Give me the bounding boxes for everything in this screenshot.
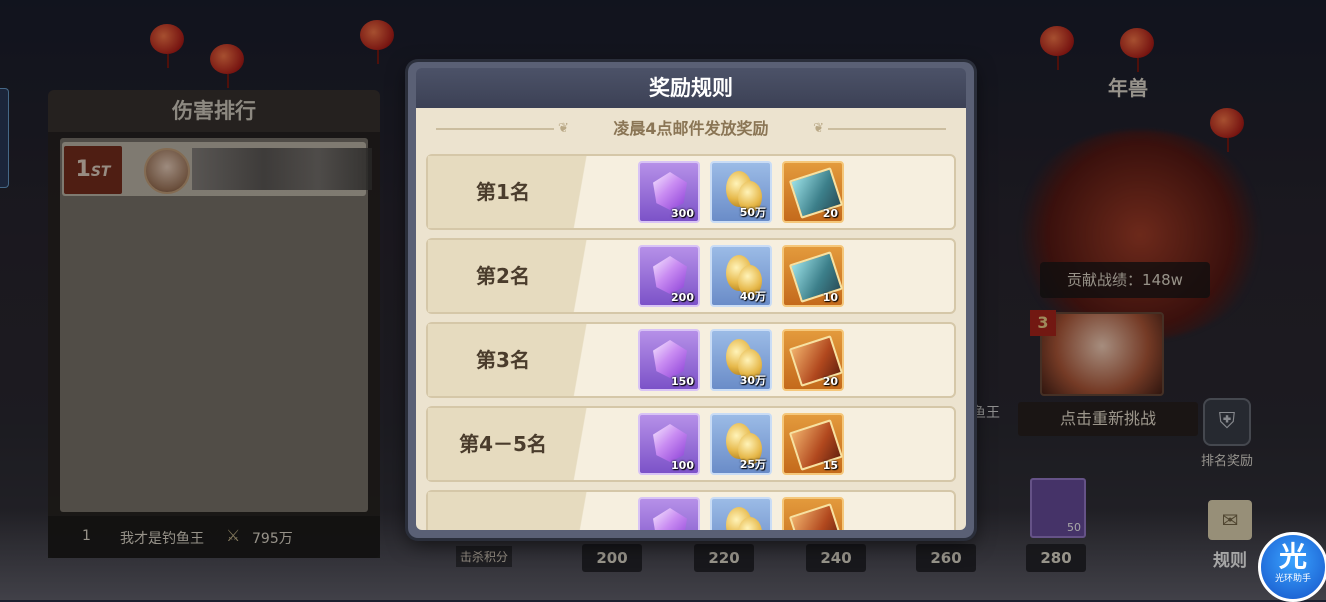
rank-range-label: 第1名	[428, 156, 608, 228]
rank-range-label: 第4－5名	[428, 408, 608, 480]
reward-row: 第1名 300 50万 20	[426, 154, 956, 230]
reward-row: 第4－5名 100 25万 15	[426, 406, 956, 482]
item-quantity: 40万	[739, 290, 766, 303]
rank-range-label: 第3名	[428, 324, 608, 396]
item-quantity: 15	[822, 459, 838, 472]
item-quantity: 20	[822, 207, 838, 220]
item-quantity: 30万	[739, 374, 766, 387]
gold-coin-icon[interactable]: 25万	[710, 413, 772, 475]
summon-card-icon[interactable]: 10	[782, 245, 844, 307]
rank-range-label	[428, 492, 608, 530]
reward-rows-list[interactable]: 第1名 300 50万 20 第2名 200 40万 10 第3名 150 30万 20 第4－5名 10…	[426, 154, 956, 530]
item-quantity: 25万	[739, 458, 766, 471]
gold-coin-icon[interactable]: 40万	[710, 245, 772, 307]
reward-rules-modal: 奖励规则 ❦ 凌晨4点邮件发放奖励 ❦ 第1名 300 50万 20 第2名 200 40万…	[408, 62, 974, 538]
reward-row: 第3名 150 30万 20	[426, 322, 956, 398]
decorative-line	[828, 128, 946, 130]
summon-card-icon[interactable]: 20	[782, 329, 844, 391]
gold-coin-icon[interactable]: 50万	[710, 161, 772, 223]
item-quantity: 100	[671, 459, 694, 472]
diamond-gem-icon[interactable]	[638, 497, 700, 530]
diamond-gem-icon[interactable]: 200	[638, 245, 700, 307]
decorative-knot-icon: ❦	[813, 121, 824, 136]
helper-text: 光环助手	[1274, 574, 1311, 584]
rank-range-label: 第2名	[428, 240, 608, 312]
item-quantity: 50万	[739, 206, 766, 219]
modal-body: ❦ 凌晨4点邮件发放奖励 ❦ 第1名 300 50万 20 第2名 200 40万 10 第3名…	[416, 108, 966, 530]
reward-row	[426, 490, 956, 530]
item-quantity: 300	[671, 207, 694, 220]
diamond-gem-shape	[653, 172, 687, 210]
summon-card-shape	[788, 503, 844, 530]
diamond-gem-shape	[653, 256, 687, 294]
modal-title: 奖励规则	[416, 68, 966, 108]
summon-card-icon[interactable]: 20	[782, 161, 844, 223]
helper-app-badge[interactable]: 光 光环助手	[1258, 532, 1326, 602]
item-quantity: 20	[822, 375, 838, 388]
diamond-gem-shape	[653, 340, 687, 378]
diamond-gem-icon[interactable]: 100	[638, 413, 700, 475]
summon-card-icon[interactable]	[782, 497, 844, 530]
item-quantity: 150	[671, 375, 694, 388]
reward-row: 第2名 200 40万 10	[426, 238, 956, 314]
diamond-gem-icon[interactable]: 150	[638, 329, 700, 391]
item-quantity: 200	[671, 291, 694, 304]
summon-card-icon[interactable]: 15	[782, 413, 844, 475]
diamond-gem-shape	[653, 508, 687, 530]
diamond-gem-shape	[653, 424, 687, 462]
diamond-gem-icon[interactable]: 300	[638, 161, 700, 223]
item-quantity: 10	[822, 291, 838, 304]
gold-coin-icon[interactable]	[710, 497, 772, 530]
gold-coin-icon[interactable]: 30万	[710, 329, 772, 391]
